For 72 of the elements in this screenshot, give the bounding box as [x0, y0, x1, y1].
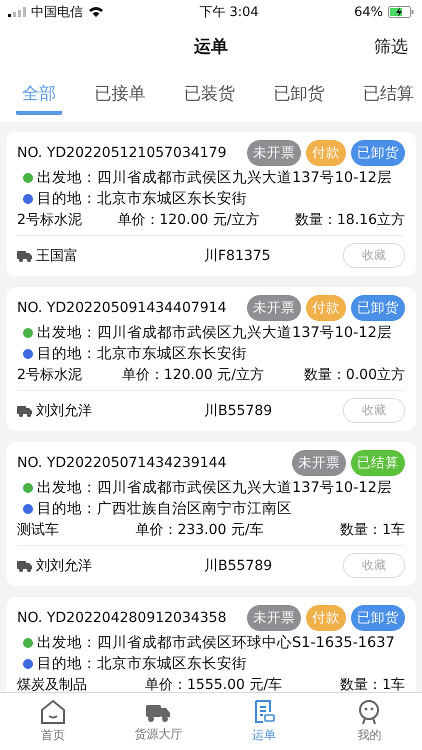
quantity: 数量：0.00立方	[304, 366, 405, 384]
status-badge: 未开票	[247, 140, 301, 166]
destination-address: 目的地：北京市东城区东长安街	[37, 344, 247, 363]
driver-name: 王国富	[36, 246, 79, 264]
unit-price: 单价：233.00 元/车	[135, 521, 264, 539]
order-number: NO. YD202205071434239144	[17, 455, 226, 471]
destination-address: 目的地：广西壮族自治区南宁市江南区	[37, 500, 292, 518]
status-badge: 已卸货	[351, 295, 405, 321]
status-badge: 已卸货	[351, 605, 405, 631]
quantity: 数量：1车	[340, 676, 405, 692]
driver-name: 刘刘允洋	[36, 556, 93, 574]
goods-name: 测试车	[17, 521, 59, 539]
page-title: 运单	[194, 36, 228, 58]
license-plate: 川B55789	[204, 556, 274, 574]
driver-name: 刘刘允洋	[36, 402, 93, 420]
status-badge: 未开票	[292, 450, 346, 476]
battery-percent: 64%	[354, 4, 383, 20]
status-badge: 付款	[306, 295, 346, 321]
origin-address: 出发地：四川省成都市武侯区九兴大道137号10-12层	[37, 324, 392, 342]
origin-address: 出发地：四川省成都市武侯区九兴大道137号10-12层	[37, 168, 392, 187]
license-plate: 川F81375	[204, 246, 272, 264]
quantity: 数量：18.16立方	[294, 211, 405, 229]
status-tab[interactable]: 已结算	[357, 68, 420, 115]
goods-name: 2号标水泥	[17, 211, 82, 229]
wifi-icon	[88, 6, 104, 18]
license-plate: 川B55789	[204, 402, 274, 420]
status-tab[interactable]: 已接单	[88, 68, 152, 115]
origin-dot	[23, 328, 33, 338]
status-badge: 未开票	[247, 295, 301, 321]
order-number: NO. YD202205121057034179	[17, 145, 226, 161]
order-card[interactable]: NO. YD202205091434407914 未开票 付款 已卸货 出发地：四川省成都市武侯区九兴大道137号10-12层 目的地：北京市东城区东长安街 2号标水泥 单价：120.00 元/立方 数量：0.00立方 刘刘允洋 川B55789 收藏	[6, 287, 416, 431]
unit-price: 单价：120.00 元/立方	[117, 211, 260, 229]
battery-icon	[388, 6, 414, 18]
tab-bar-item[interactable]: 我的	[316, 693, 422, 750]
order-number: NO. YD202204280912034358	[17, 610, 226, 626]
status-badge: 付款	[306, 140, 346, 166]
origin-address: 出发地：四川省成都市武侯区九兴大道137号10-12层	[37, 478, 392, 497]
goods-name: 煤炭及制品	[17, 676, 87, 692]
origin-dot	[23, 638, 33, 648]
truck-icon	[17, 560, 33, 572]
origin-dot	[23, 482, 33, 492]
truck-icon	[17, 250, 33, 262]
quantity: 数量：1车	[340, 521, 405, 539]
tab-bar-item[interactable]: 首页	[0, 693, 106, 750]
status-tab[interactable]: 已卸货	[268, 68, 330, 115]
tab-bar-item[interactable]: 货源大厅	[106, 693, 211, 750]
status-badge: 已结算	[351, 450, 405, 476]
unit-price: 单价：120.00 元/立方	[122, 366, 264, 384]
order-card[interactable]: NO. YD202204280912034358 未开票 付款 已卸货 出发地：四川省成都市武侯区环球中心S1-1635-1637 目的地：北京市东城区东长安街 煤炭及制品 单价：1555.00 元/车 数量：1车	[6, 597, 416, 692]
carrier-name: 中国电信	[31, 4, 83, 21]
destination-address: 目的地：北京市东城区东长安街	[37, 190, 247, 208]
origin-address: 出发地：四川省成都市武侯区环球中心S1-1635-1637	[37, 634, 395, 652]
goods-name: 2号标水泥	[17, 366, 82, 384]
status-time: 下午 3:04	[199, 4, 259, 21]
status-badge: 付款	[306, 605, 346, 631]
truck-icon	[17, 404, 33, 416]
signal-icon	[8, 7, 26, 17]
status-badge: 未开票	[247, 605, 301, 631]
unit-price: 单价：1555.00 元/车	[145, 676, 282, 692]
status-badge: 已卸货	[351, 140, 405, 166]
home-icon	[38, 699, 67, 725]
destination-dot	[23, 194, 33, 204]
order-card[interactable]: NO. YD202205071434239144 未开票 已结算 出发地：四川省成都市武侯区九兴大道137号10-12层 目的地：广西壮族自治区南宁市江南区 测试车 单价：233.00 元/车 数量：1车 刘刘允洋 川B55789 收藏	[6, 442, 416, 586]
status-tab[interactable]: 已装货	[178, 68, 241, 115]
order-number: NO. YD202205091434407914	[17, 300, 226, 316]
order-card[interactable]: NO. YD202205121057034179 未开票 付款 已卸货 出发地：四川省成都市武侯区九兴大道137号10-12层 目的地：北京市东城区东长安街 2号标水泥 单价：120.00 元/立方 数量：18.16立方 王国富 川F81375 收藏	[6, 132, 416, 276]
destination-dot	[23, 658, 33, 668]
destination-dot	[23, 348, 33, 358]
origin-dot	[23, 172, 33, 182]
destination-address: 目的地：北京市东城区东长安街	[37, 654, 247, 673]
filter-link[interactable]: 筛选	[374, 34, 408, 58]
destination-dot	[23, 504, 33, 514]
